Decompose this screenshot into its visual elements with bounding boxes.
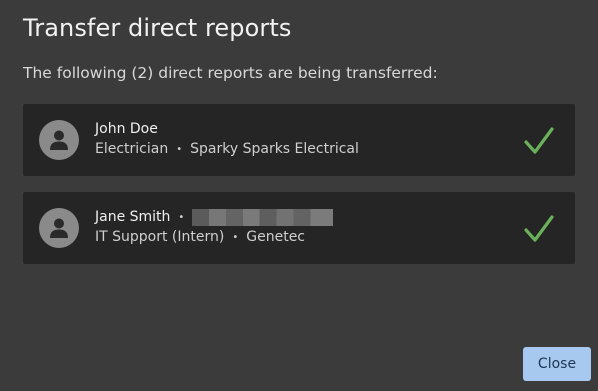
- checkmark-icon: [524, 215, 554, 242]
- report-name: John Doe: [95, 121, 158, 137]
- redacted-info-block: [192, 208, 334, 226]
- report-company: Genetec: [246, 229, 305, 245]
- report-info: Jane Smith • IT Support (Intern) • Genet…: [95, 207, 334, 245]
- report-info: John Doe Electrician • Sparky Sparks Ele…: [95, 119, 359, 157]
- report-job-title: IT Support (Intern): [95, 229, 225, 245]
- report-name: Jane Smith: [95, 209, 171, 225]
- report-detail-line: Electrician • Sparky Sparks Electrical: [95, 141, 359, 157]
- user-avatar-icon: [39, 208, 79, 248]
- close-button[interactable]: Close: [523, 347, 591, 381]
- report-card-jane-smith: Jane Smith • IT Support (Intern) • Genet…: [23, 192, 575, 264]
- report-card-john-doe: John Doe Electrician • Sparky Sparks Ele…: [23, 104, 575, 176]
- dialog-title: Transfer direct reports: [23, 14, 292, 42]
- dialog-subtitle: The following (2) direct reports are bei…: [23, 64, 438, 82]
- report-detail-line: IT Support (Intern) • Genetec: [95, 229, 333, 245]
- separator-dot: •: [178, 211, 185, 223]
- separator-dot: •: [176, 143, 183, 155]
- checkmark-icon: [524, 127, 554, 154]
- report-job-title: Electrician: [95, 141, 169, 157]
- report-name-line: Jane Smith •: [95, 207, 334, 227]
- transfer-dialog: Transfer direct reports The following (2…: [0, 0, 598, 391]
- user-avatar-icon: [39, 120, 79, 160]
- separator-dot: •: [232, 231, 239, 243]
- report-name-line: John Doe: [95, 119, 359, 139]
- report-company: Sparky Sparks Electrical: [190, 141, 359, 157]
